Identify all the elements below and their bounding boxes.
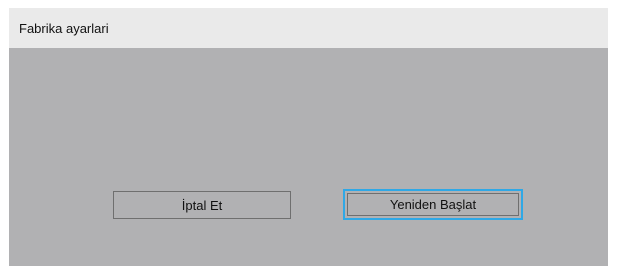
factory-reset-dialog: Fabrika ayarlari İptal Et Yeniden Başlat [9,8,608,266]
restart-button-label: Yeniden Başlat [389,197,477,212]
dialog-title-bar: Fabrika ayarlari [9,8,608,48]
cancel-button-label: İptal Et [181,197,223,213]
cancel-button[interactable]: İptal Et [113,191,291,219]
restart-button[interactable]: Yeniden Başlat [343,189,523,220]
dialog-title: Fabrika ayarlari [19,20,109,36]
restart-button-inner: Yeniden Başlat [347,193,519,216]
